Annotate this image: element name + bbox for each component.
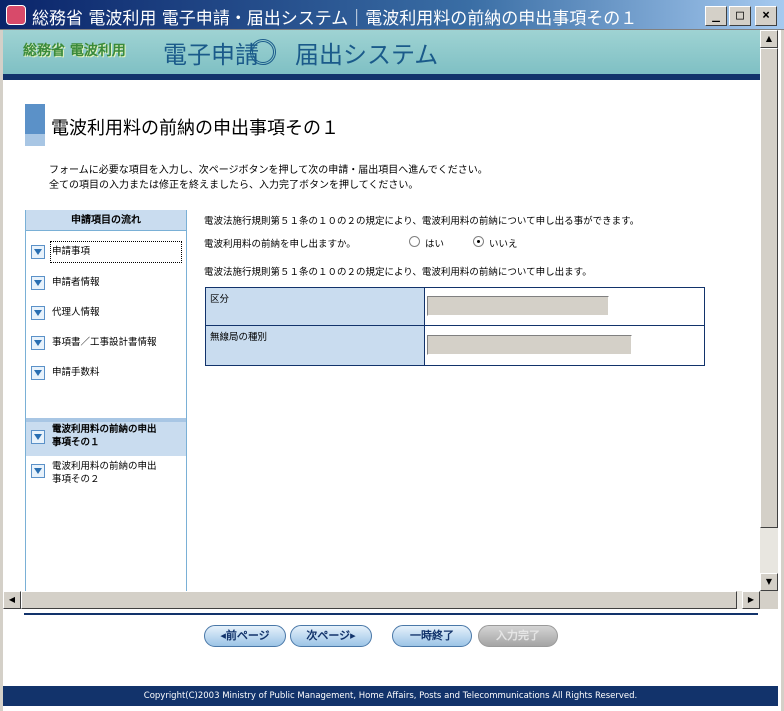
minimize-button[interactable]: _ [705, 6, 727, 26]
system-logo: 電子申請 届出システム [163, 35, 438, 70]
instructions: フォームに必要な項目を入力し、次ページボタンを押して次の申請・届出項目へ進んでく… [49, 163, 488, 193]
triangle-down-icon [31, 245, 45, 259]
close-button[interactable]: × [755, 6, 777, 26]
rule-text-1: 電波法施行規則第５１条の１０の２の規定により、電波利用料の前納について申し出る事… [204, 216, 640, 227]
sidebar-item-fee[interactable]: 申請手数料 [26, 365, 186, 385]
radio-yes-label[interactable]: はい [425, 236, 444, 250]
prev-page-button[interactable]: ◂前ページ [204, 625, 286, 647]
horizontal-scrollbar[interactable]: ◀ ▶ [3, 591, 760, 609]
sidebar-heading: 申請項目の流れ [26, 210, 186, 231]
copyright: Copyright(C)2003 Ministry of Public Mana… [3, 686, 778, 706]
prepay-question: 電波利用料の前納を申し出ますか。 [204, 239, 356, 250]
scroll-down-icon[interactable]: ▼ [760, 573, 778, 591]
prepay-form-table: 区分 無線局の種別 [205, 287, 705, 366]
radio-no[interactable] [473, 236, 484, 247]
scroll-right-icon[interactable]: ▶ [742, 591, 760, 609]
scroll-corner [760, 591, 778, 609]
flow-sidebar: 申請項目の流れ 申請事項 申請者情報 代理人情報 事項書／工事設計書情報 申請手… [25, 210, 187, 591]
sidebar-item-label: 申請手数料 [52, 367, 100, 378]
scroll-left-icon[interactable]: ◀ [3, 591, 21, 609]
rule-text-2: 電波法施行規則第５１条の１０の２の規定により、電波利用料の前納について申し出ます… [204, 267, 592, 278]
triangle-down-icon [31, 366, 45, 380]
sidebar-item-applicant[interactable]: 申請者情報 [26, 275, 186, 295]
sidebar-item-label-line-1: 電波利用料の前納の申出 [52, 424, 157, 435]
sidebar-item-label-line-2: 事項その１ [52, 437, 100, 448]
radio-yes[interactable] [409, 236, 420, 247]
focus-outline [50, 241, 182, 263]
banner-divider [3, 74, 760, 80]
radio-no-label[interactable]: いいえ [489, 236, 518, 250]
complete-button: 入力完了 [478, 625, 558, 647]
ministry-logo: 総務省 電波利用 [23, 43, 126, 59]
heading-accent-light [25, 134, 45, 146]
sidebar-item-label: 電波利用料の前納の申出 事項その２ [52, 460, 157, 486]
sidebar-item-label: 電波利用料の前納の申出 事項その１ [52, 423, 157, 449]
radio-wave-icon [250, 39, 276, 65]
triangle-down-icon [31, 336, 45, 350]
sidebar-item-label-line-1: 電波利用料の前納の申出 [52, 461, 157, 472]
sidebar-item-label-line-2: 事項その２ [52, 474, 100, 485]
scroll-up-icon[interactable]: ▲ [760, 30, 778, 48]
row-value-station-type [425, 326, 704, 365]
sidebar-item-prepay-2[interactable]: 電波利用料の前納の申出 事項その２ [26, 459, 186, 489]
triangle-down-icon [31, 464, 45, 478]
window-title: 総務省 電波利用 電子申請・届出システム｜電波利用料の前納の申出事項その１ [32, 9, 638, 29]
row-value-category [425, 288, 704, 325]
sidebar-item-prepay-1[interactable]: 電波利用料の前納の申出 事項その１ [26, 418, 186, 456]
window-titlebar[interactable]: 総務省 電波利用 電子申請・届出システム｜電波利用料の前納の申出事項その１ _ … [0, 0, 784, 30]
maximize-button[interactable]: □ [729, 6, 751, 26]
system-logo-part-1: 電子申請 [163, 41, 259, 69]
triangle-down-icon [31, 430, 45, 444]
triangle-down-icon [31, 306, 45, 320]
instruction-line-2: 全ての項目の入力または修正を終えましたら、入力完了ボタンを押してください。 [49, 180, 419, 191]
footer-divider [24, 613, 758, 615]
row-label-station-type: 無線局の種別 [206, 326, 424, 365]
sidebar-item-design[interactable]: 事項書／工事設計書情報 [26, 335, 186, 355]
category-field[interactable] [427, 296, 609, 316]
pause-button[interactable]: 一時終了 [392, 625, 472, 647]
sidebar-item-label: 申請者情報 [52, 277, 100, 288]
sidebar-item-agent[interactable]: 代理人情報 [26, 305, 186, 325]
sidebar-item-label: 代理人情報 [52, 307, 100, 318]
instruction-line-1: フォームに必要な項目を入力し、次ページボタンを押して次の申請・届出項目へ進んでく… [49, 165, 488, 176]
station-type-field[interactable] [427, 335, 632, 355]
next-page-button[interactable]: 次ページ▸ [290, 625, 372, 647]
vertical-scroll-thumb[interactable] [760, 48, 778, 528]
horizontal-scroll-thumb[interactable] [21, 591, 737, 609]
vertical-scrollbar[interactable]: ▲ ▼ [760, 30, 778, 591]
header-banner: 総務省 電波利用 電子申請 届出システム [3, 30, 760, 74]
app-icon [6, 5, 26, 25]
sidebar-item-label: 事項書／工事設計書情報 [52, 337, 157, 348]
content-viewport: 総務省 電波利用 電子申請 届出システム 電波利用料の前納の申出事項その１ フォー… [3, 30, 760, 591]
row-label-category: 区分 [206, 288, 424, 325]
page-title: 電波利用料の前納の申出事項その１ [51, 118, 339, 139]
triangle-down-icon [31, 276, 45, 290]
system-logo-part-2: 届出システム [295, 41, 439, 69]
